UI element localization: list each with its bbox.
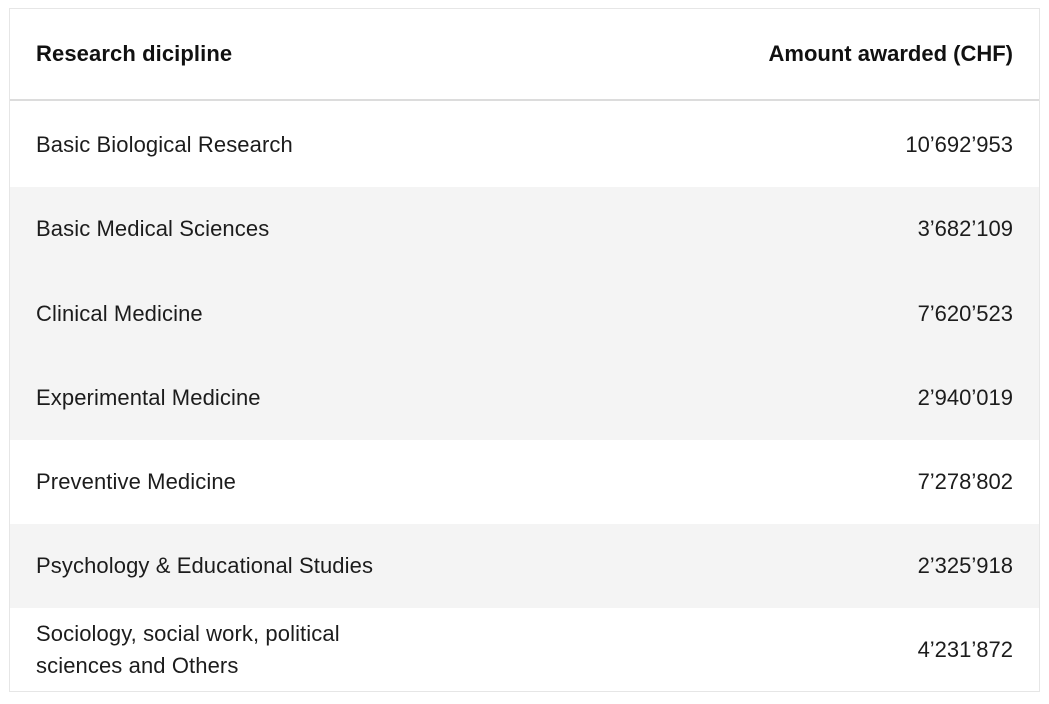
row-discipline: Sociology, social work, political scienc…: [36, 620, 340, 678]
table-row: Basic Medical Sciences 3’682’109: [10, 187, 1039, 271]
table-row: Psychology & Educational Studies 2’325’9…: [10, 524, 1039, 608]
row-amount: 4’231’872: [917, 636, 1013, 662]
header-amount: Amount awarded (CHF): [768, 41, 1013, 66]
row-amount: 7’278’802: [917, 469, 1013, 494]
row-amount: 10’692’953: [905, 132, 1013, 157]
row-amount: 2’325’918: [917, 553, 1013, 578]
row-discipline: Psychology & Educational Studies: [36, 553, 374, 578]
row-amount: 3’682’109: [917, 216, 1013, 241]
row-discipline-cell: Sociology, social work, political scienc…: [36, 618, 918, 682]
row-amount: 7’620’523: [917, 300, 1013, 326]
row-discipline: Basic Biological Research: [36, 132, 293, 157]
table-row: Basic Biological Research 10’692’953: [10, 103, 1039, 187]
header-discipline: Research dicipline: [36, 41, 233, 66]
row-discipline: Clinical Medicine: [36, 300, 203, 326]
table-row: Preventive Medicine 7’278’802: [10, 440, 1039, 524]
row-discipline: Experimental Medicine: [36, 385, 261, 410]
row-discipline: Preventive Medicine: [36, 469, 236, 494]
table-row: Experimental Medicine 2’940’019: [10, 356, 1039, 440]
awards-table: Research dicipline Amount awarded (CHF) …: [9, 8, 1040, 692]
row-discipline: Basic Medical Sciences: [36, 216, 270, 241]
row-amount: 2’940’019: [917, 385, 1013, 410]
table-row: Clinical Medicine 7’620’523: [10, 271, 1039, 356]
table-row: Sociology, social work, political scienc…: [10, 608, 1039, 691]
table-header-row: Research dicipline Amount awarded (CHF): [10, 9, 1039, 101]
